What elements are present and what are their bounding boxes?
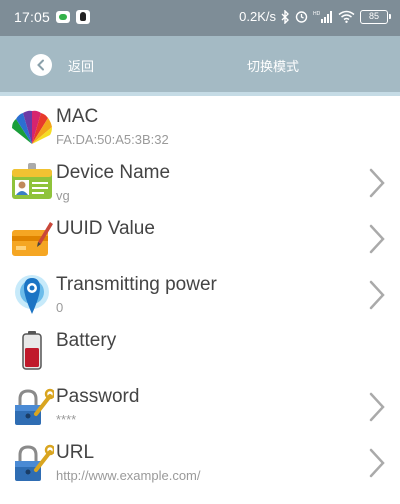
- lock-key-icon: [15, 444, 54, 481]
- wechat-icon: [56, 11, 71, 23]
- list-item-url[interactable]: URL http://www.example.com/: [0, 434, 400, 490]
- chevron-right-icon: [369, 392, 385, 422]
- mac-value: FA:DA:50:A5:3B:32: [56, 132, 169, 147]
- status-bar-left: 17:05: [14, 9, 91, 25]
- lock-key-icon: [15, 388, 54, 425]
- page-title: 切换模式: [246, 59, 299, 74]
- list-item-device-name[interactable]: Device Name vg: [0, 154, 400, 210]
- network-speed: 0.2K/s: [239, 9, 276, 24]
- password-value: ****: [56, 412, 77, 427]
- status-time: 17:05: [14, 9, 51, 25]
- list-item-battery: Battery: [0, 322, 400, 378]
- transmitting-power-value: 0: [56, 300, 64, 315]
- status-bar-right: 0.2K/s HD 85: [239, 9, 391, 24]
- battery-label: Battery: [56, 330, 117, 351]
- device-name-label: Device Name: [56, 162, 171, 183]
- signal-tag-icon: [15, 275, 49, 314]
- bluetooth-icon: [281, 9, 289, 24]
- url-label: URL: [56, 442, 95, 463]
- chevron-right-icon: [369, 280, 385, 310]
- mac-label: MAC: [56, 106, 99, 127]
- battery-level-icon: [22, 331, 42, 370]
- list-item-mac: MAC FA:DA:50:A5:3B:32: [0, 98, 400, 154]
- app-header: 返回 切换模式: [0, 36, 400, 92]
- svg-text:HD: HD: [313, 11, 321, 17]
- device-name-value: vg: [56, 188, 70, 203]
- card-pen-icon: [12, 222, 53, 256]
- qq-icon: [76, 10, 91, 24]
- chevron-right-icon: [369, 448, 385, 478]
- id-card-icon: [12, 163, 52, 199]
- chevron-right-icon: [369, 224, 385, 254]
- battery-icon: 85: [360, 9, 391, 24]
- hd-signal-icon: HD: [313, 11, 332, 23]
- list-item-transmitting-power[interactable]: Transmitting power 0: [0, 266, 400, 322]
- chevron-right-icon: [369, 168, 385, 198]
- status-bar: 17:05 0.2K/s HD 85: [0, 0, 400, 36]
- uuid-label: UUID Value: [56, 218, 155, 239]
- list-item-uuid[interactable]: UUID Value: [0, 210, 400, 266]
- transmitting-power-label: Transmitting power: [56, 274, 217, 295]
- password-label: Password: [56, 386, 140, 407]
- header-divider: [0, 92, 400, 96]
- list-item-password[interactable]: Password ****: [0, 378, 400, 434]
- wifi-icon: [338, 10, 355, 23]
- color-fan-icon: [12, 110, 52, 144]
- alarm-icon: [295, 11, 308, 23]
- url-value: http://www.example.com/: [56, 468, 201, 483]
